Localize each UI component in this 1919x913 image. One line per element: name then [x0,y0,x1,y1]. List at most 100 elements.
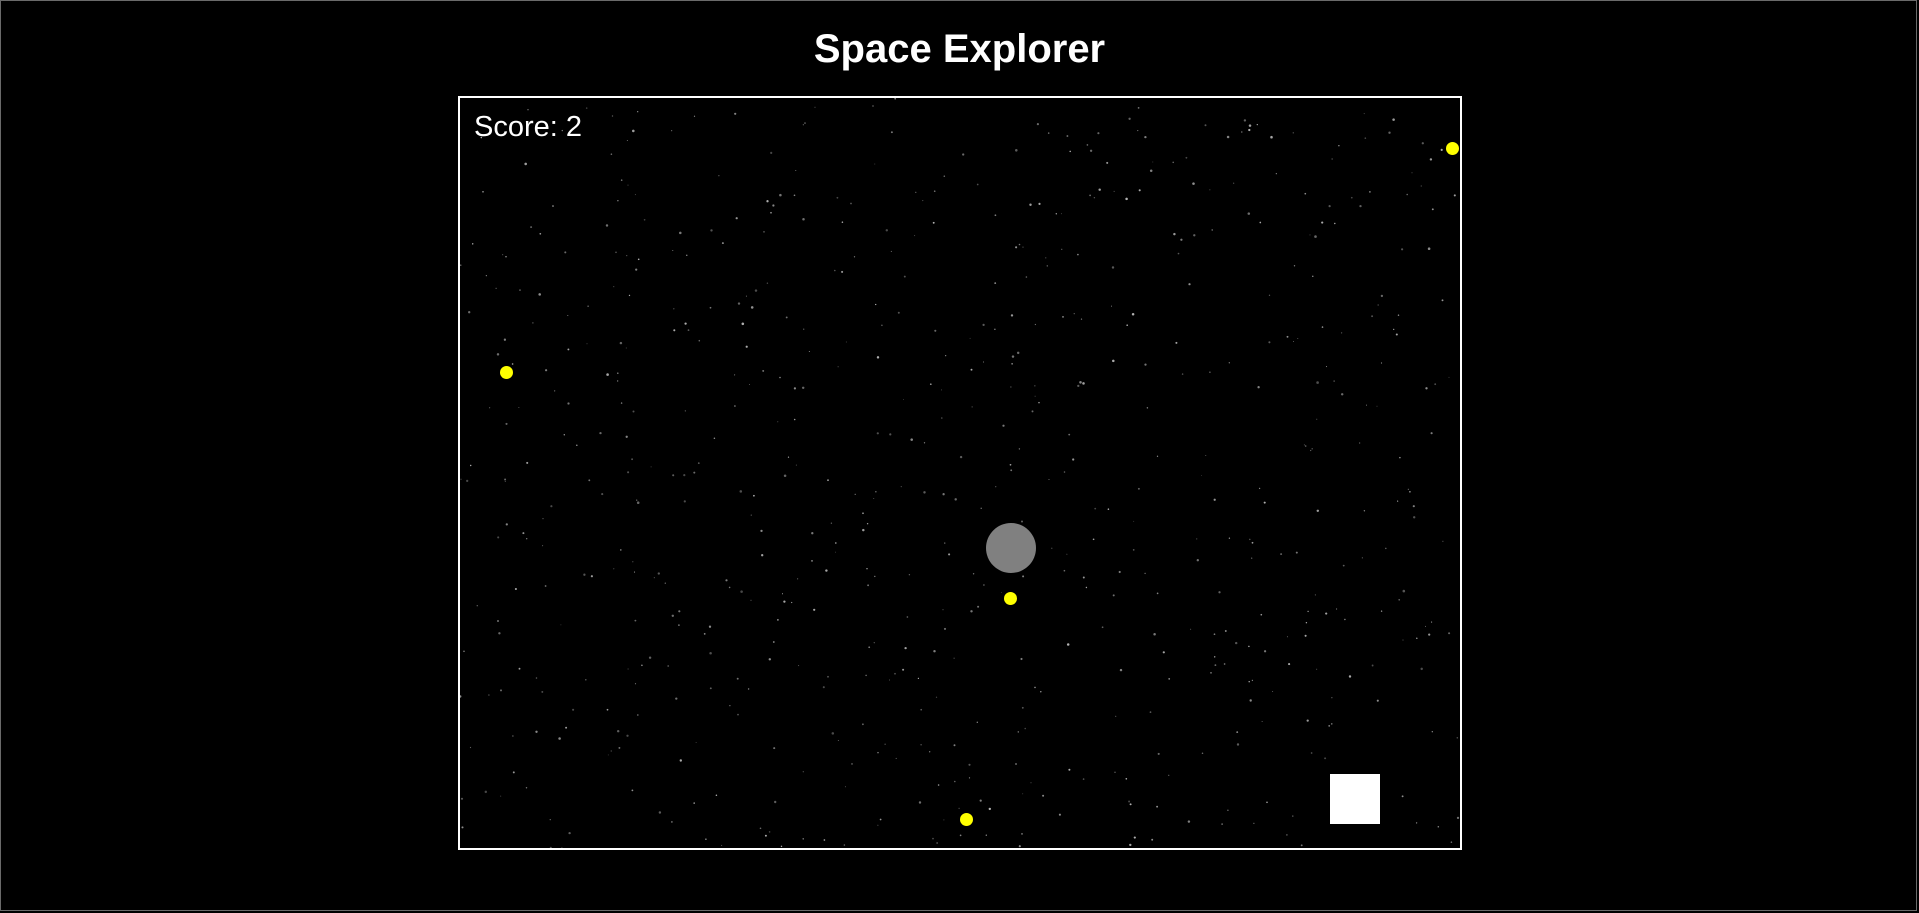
star-speck [889,433,892,436]
star-speck [760,529,763,533]
game-canvas[interactable]: Score: 2 [458,96,1462,850]
star-speck [942,493,945,496]
star-speck [1051,547,1053,549]
star-speck [636,499,638,501]
star-speck [1340,332,1343,334]
star-speck [1259,221,1262,224]
star-speck [923,442,926,444]
star-speck [721,242,724,245]
star-speck [837,366,839,368]
star-speck [1236,743,1240,746]
star-speck [1133,520,1135,522]
star-speck [718,175,720,177]
star-speck [1055,213,1057,215]
star-speck [873,498,875,499]
star-speck [793,387,797,390]
star-speck [683,500,686,503]
star-speck [1371,315,1374,318]
star-speck [1402,589,1406,593]
star-speck [1073,313,1075,315]
star-speck [1314,235,1317,238]
star-speck [1316,668,1318,670]
star-speck [1156,592,1159,595]
star-speck [918,801,922,804]
star-speck [657,572,660,575]
star-speck [648,656,652,659]
star-speck [1009,463,1012,466]
star-speck [943,627,947,630]
star-speck [774,800,777,804]
star-speck [1268,341,1271,344]
star-speck [780,845,783,848]
star-speck [1427,247,1431,250]
star-speck [770,151,773,155]
star-speck [1321,326,1324,328]
star-speck [1376,699,1379,702]
star-speck [526,461,529,464]
star-speck [764,834,767,837]
star-speck [1168,678,1171,680]
star-speck [632,129,635,133]
star-speck [1077,253,1079,256]
star-speck [935,696,938,698]
star-speck [637,111,639,113]
star-speck [894,672,896,675]
star-speck [620,179,623,181]
star-speck [976,183,979,186]
star-speck [1429,158,1433,161]
star-speck [1397,500,1399,502]
star-speck [953,657,955,659]
player-ship[interactable] [1330,774,1380,824]
star-speck [497,620,499,622]
star-speck [875,303,877,306]
star-speck [1181,373,1184,375]
star-speck [1321,221,1324,224]
star-speck [729,705,731,707]
star-speck [783,600,786,603]
star-speck [1456,737,1459,739]
star-speck [1235,641,1238,645]
star-speck [1303,444,1305,446]
star-speck [866,568,868,570]
star-speck [653,577,655,579]
star-speck [468,311,471,314]
star-speck [983,361,985,363]
starfield [460,98,1460,848]
star-speck [1249,699,1252,702]
star-speck [1115,715,1117,717]
star-speck [1325,366,1328,368]
star-speck [1413,516,1416,519]
star-speck [853,256,856,258]
star-speck [1193,234,1196,237]
star-speck [617,380,619,382]
star-speck [1025,276,1028,278]
star-speck [635,268,638,271]
star-speck [626,734,629,737]
star-speck [1251,557,1253,559]
star-speck [484,790,488,794]
star-speck [693,115,696,117]
star-speck [1082,382,1085,385]
star-speck [552,205,554,207]
star-speck [754,289,758,292]
star-speck [1263,501,1266,504]
star-speck [1359,442,1361,444]
star-speck [1334,222,1336,225]
star-speck [664,582,666,584]
star-speck [994,282,997,284]
star-speck [1047,132,1050,134]
star-speck [672,250,674,252]
star-speck [1168,774,1170,776]
star-speck [777,619,779,621]
star-speck [791,601,793,604]
star-speck [874,575,876,578]
star-speck [1331,697,1333,699]
star-speck [904,646,907,650]
star-speck [1456,816,1460,820]
star-speck [1233,182,1235,184]
star-speck [969,337,971,339]
coin [1446,142,1459,155]
star-speck [505,422,508,425]
star-speck [1412,505,1415,508]
star-speck [1248,128,1251,132]
